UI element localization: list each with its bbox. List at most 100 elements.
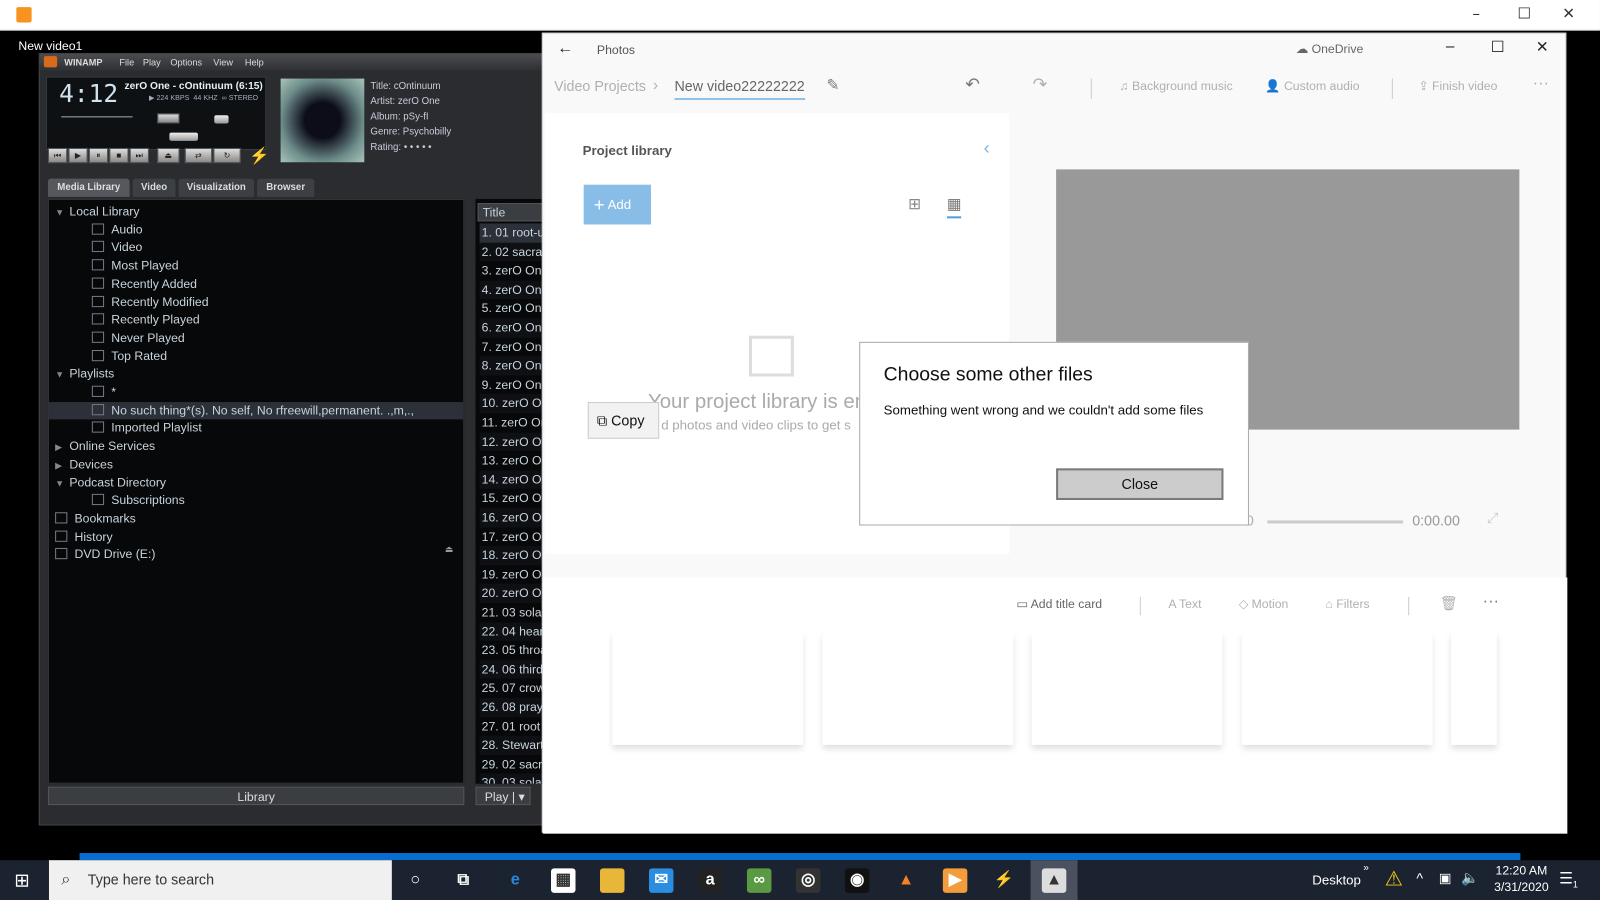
menu-options[interactable]: Options <box>170 57 202 67</box>
tab-video[interactable]: Video <box>132 178 176 197</box>
track-row[interactable]: 23. 05 throa <box>480 641 547 660</box>
tree-item[interactable]: History <box>49 528 463 546</box>
volume-slider[interactable] <box>187 115 262 124</box>
track-row[interactable]: 2. 02 sacra <box>479 242 547 262</box>
play-dropdown-button[interactable]: Play | ▾ <box>475 786 531 806</box>
seek-slider[interactable] <box>47 132 261 141</box>
task-view-icon[interactable]: ⧉ <box>451 868 475 892</box>
library-button[interactable]: Library <box>47 786 465 806</box>
track-row[interactable]: 1. 01 root-u <box>479 223 547 243</box>
tree-item[interactable]: Video <box>49 239 463 257</box>
menu-file[interactable]: File <box>119 57 134 67</box>
track-row[interactable]: 28. Stewart <box>479 735 547 755</box>
file-explorer-icon[interactable] <box>599 868 625 893</box>
desktop-toolbar[interactable]: Desktop <box>1312 872 1361 887</box>
toolbar-overflow-icon[interactable]: » <box>1363 862 1369 873</box>
close-button[interactable]: ✕ <box>1562 4 1575 22</box>
tree-item[interactable]: Never Played <box>49 329 463 347</box>
cortana-icon[interactable]: ○ <box>403 868 427 892</box>
delete-icon[interactable]: 🗑 <box>1440 595 1458 612</box>
onedrive-button[interactable]: ☁ OneDrive <box>1296 42 1363 56</box>
tree-item[interactable]: Most Played <box>49 257 463 275</box>
track-row[interactable]: 25. 07 crow <box>480 679 547 698</box>
column-header-title[interactable]: Title <box>477 203 547 222</box>
track-row[interactable]: 9. zerO One <box>480 375 547 394</box>
track-row[interactable]: 18. zerO On <box>479 546 547 566</box>
storyboard-slot[interactable] <box>612 632 804 745</box>
tree-item[interactable]: ▼ Local Library <box>49 203 463 221</box>
clock[interactable]: 12:20 AM 3/31/2020 <box>1488 863 1555 894</box>
tree-item[interactable]: Audio <box>49 221 463 239</box>
tree-item[interactable]: ▶ Devices <box>49 456 463 474</box>
more-options-icon[interactable]: ··· <box>1533 74 1549 92</box>
expand-icon[interactable]: ⤢ <box>1487 509 1498 526</box>
track-row[interactable]: 8. zerO One <box>479 356 547 376</box>
tree-item[interactable]: Subscriptions <box>49 492 463 510</box>
minimize-button[interactable]: – <box>1446 38 1455 55</box>
tree-item[interactable]: Recently Played <box>49 311 463 329</box>
tree-item[interactable]: ▼ Playlists <box>49 366 463 384</box>
network-icon[interactable]: ▣ <box>1439 870 1452 886</box>
track-row[interactable]: 30. 03 solar <box>479 773 547 784</box>
finish-video-button[interactable]: ⇪ Finish video <box>1418 79 1497 93</box>
storyboard-slot[interactable] <box>822 632 1014 745</box>
collapse-chevron-icon[interactable]: ‹ <box>984 138 990 159</box>
rename-pencil-icon[interactable]: ✎ <box>827 76 840 94</box>
tree-item[interactable]: Recently Added <box>49 275 463 293</box>
track-row[interactable]: 12. zerO On <box>479 432 547 452</box>
motion-button[interactable]: ◇ Motion <box>1239 597 1289 611</box>
expand-arrow-icon[interactable]: ▼ <box>55 367 69 384</box>
store-icon[interactable]: ▦ <box>551 868 576 893</box>
next-button[interactable]: ⏭ <box>129 147 149 164</box>
tab-media-library[interactable]: Media Library <box>47 178 130 197</box>
collapse-arrow-icon[interactable]: ▶ <box>55 457 69 474</box>
volume-icon[interactable]: 🔈 <box>1461 869 1479 886</box>
show-hidden-icons-icon[interactable]: ^ <box>1416 870 1423 886</box>
track-row[interactable]: 16. zerO On <box>479 508 547 528</box>
media-player-icon[interactable]: ▶ <box>942 868 968 893</box>
breadcrumb-video-projects[interactable]: Video Projects <box>554 78 646 94</box>
color-app-icon[interactable]: ◉ <box>844 868 870 893</box>
redo-icon[interactable]: ↷ <box>1033 74 1048 94</box>
close-button[interactable]: ✕ <box>1536 38 1549 56</box>
add-button[interactable]: + Add <box>583 184 652 225</box>
tree-item[interactable]: ▶ Online Services <box>49 438 463 456</box>
shuffle-button[interactable]: ⇄ <box>184 147 213 164</box>
track-row[interactable]: 17. zerO On <box>480 527 547 546</box>
tree-item[interactable]: DVD Drive (E:) <box>49 546 463 564</box>
stop-button[interactable]: ■ <box>109 147 129 164</box>
track-row[interactable]: 27. 01 root <box>480 717 547 736</box>
meta-rating[interactable]: Rating: • • • • • <box>370 140 451 155</box>
mute-button[interactable] <box>157 113 180 124</box>
edge-icon[interactable]: e <box>503 868 527 892</box>
menu-view[interactable]: View <box>213 57 233 67</box>
track-row[interactable]: 13. zerO On <box>480 451 547 470</box>
storyboard-slot[interactable] <box>1451 632 1497 745</box>
tripadvisor-icon[interactable]: ∞ <box>746 868 772 893</box>
add-title-card-button[interactable]: ▭ Add title card <box>1016 597 1102 611</box>
menu-help[interactable]: Help <box>245 57 264 67</box>
track-row[interactable]: 7. zerO One <box>480 337 547 356</box>
tree-item[interactable]: Top Rated <box>49 348 463 366</box>
menu-play[interactable]: Play <box>143 57 161 67</box>
collapse-arrow-icon[interactable]: ▶ <box>55 439 69 456</box>
pause-button[interactable]: ⏸ <box>88 147 109 164</box>
photos-taskbar-button[interactable]: ▲ <box>1030 860 1078 900</box>
vlc-icon[interactable]: ▲ <box>894 868 918 892</box>
action-center-icon[interactable]: ☰1 <box>1559 869 1578 889</box>
dialog-close-button[interactable]: Close <box>1056 468 1224 500</box>
warning-icon[interactable]: ⚠ <box>1385 866 1403 892</box>
maximize-button[interactable]: ☐ <box>1491 38 1505 56</box>
taskbar-search-input[interactable]: ⌕ Type here to search <box>48 860 392 900</box>
breadcrumb-project-name[interactable]: New video22222222 <box>674 78 805 100</box>
play-button[interactable]: ▶ <box>68 147 88 164</box>
storyboard-slot[interactable] <box>1241 632 1433 745</box>
track-row[interactable]: 22. 04 hear <box>479 622 547 642</box>
text-button[interactable]: A Text <box>1168 597 1201 611</box>
track-row[interactable]: 19. zerO On <box>480 565 547 584</box>
expand-arrow-icon[interactable]: ▼ <box>55 204 69 221</box>
copy-context-button[interactable]: ⧉ Copy <box>587 402 660 439</box>
tree-item[interactable]: Bookmarks <box>49 510 463 528</box>
expand-arrow-icon[interactable]: ▼ <box>55 475 69 492</box>
camera-icon[interactable]: ◎ <box>795 868 821 893</box>
